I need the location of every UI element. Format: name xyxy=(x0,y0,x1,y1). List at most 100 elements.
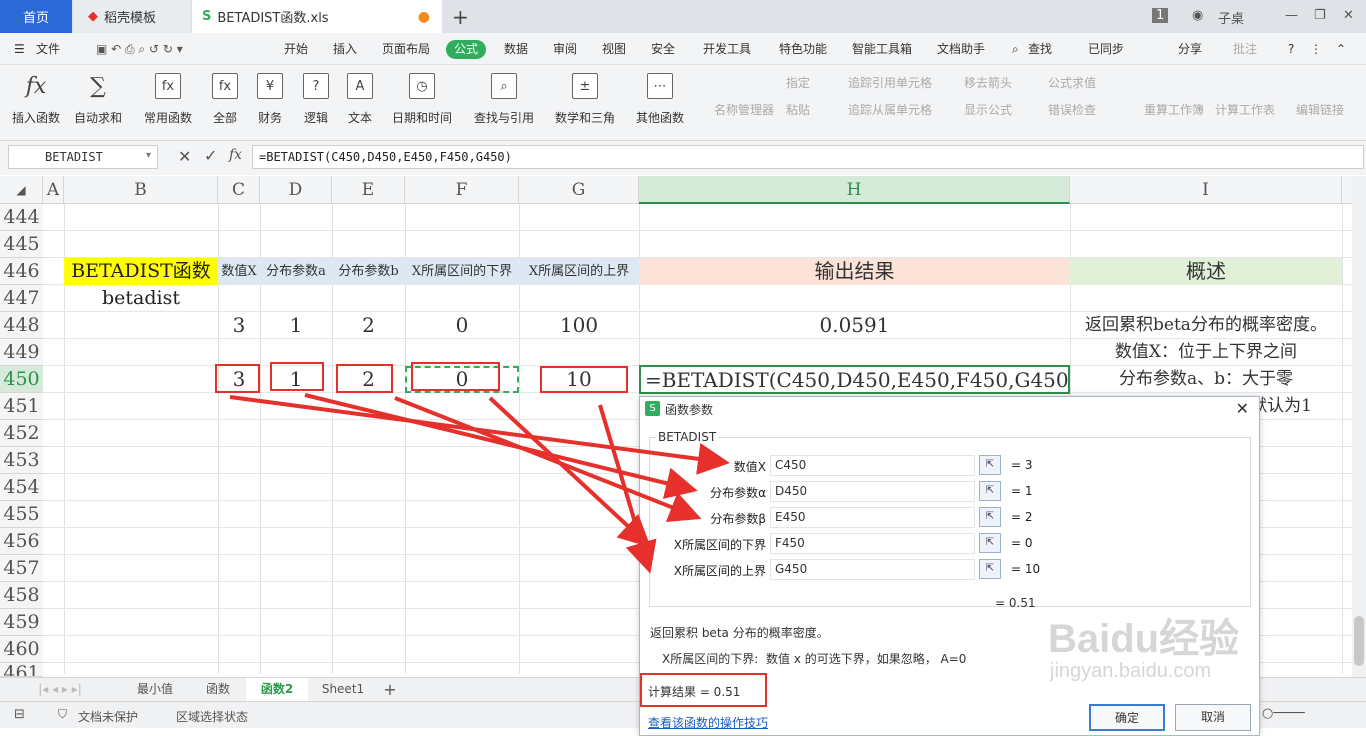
ok-button[interactable]: 确定 xyxy=(1089,704,1165,731)
cell-c446-header[interactable]: 数值X xyxy=(218,258,260,285)
menu-comment[interactable]: 批注 xyxy=(1233,33,1257,65)
cell-b447[interactable]: betadist xyxy=(64,285,218,312)
scrollbar-thumb[interactable] xyxy=(1354,616,1364,666)
cell-f448[interactable]: 0 xyxy=(405,312,519,339)
cell-g448[interactable]: 100 xyxy=(519,312,639,339)
menu-developer[interactable]: 开发工具 xyxy=(703,33,751,65)
cell-d448[interactable]: 1 xyxy=(260,312,332,339)
quick-access-icons[interactable]: ▣ ↶ ⎙ ⌕ ↺ ↻ ▾ xyxy=(96,33,183,65)
search-icon[interactable]: ⌕ xyxy=(1012,33,1019,65)
close-icon[interactable]: ✕ xyxy=(1343,8,1354,23)
all-functions-button[interactable]: fx 全部 xyxy=(212,69,238,126)
menu-home[interactable]: 开始 xyxy=(284,33,308,65)
trace-precedents-button[interactable]: 追踪引用单元格 xyxy=(848,74,932,91)
range-select-icon[interactable]: ⇱ xyxy=(979,507,1001,527)
error-check-button[interactable]: 错误检查 xyxy=(1048,101,1096,118)
cell-i448[interactable]: 返回累积beta分布的概率密度。 xyxy=(1070,312,1342,339)
column-header-h[interactable]: H xyxy=(639,176,1070,204)
column-header-a[interactable]: A xyxy=(43,176,64,204)
avatar[interactable]: ◉ xyxy=(1192,8,1203,23)
arg-input-upper[interactable]: G450 xyxy=(770,559,975,580)
calc-sheet-button[interactable]: 计算工作表 xyxy=(1215,101,1275,118)
tab-wps-template[interactable]: ◆ 稻壳模板 xyxy=(74,0,190,33)
define-button[interactable]: 指定 xyxy=(786,74,810,91)
row-header-445[interactable]: 445 xyxy=(0,231,43,258)
row-header-452[interactable]: 452 xyxy=(0,420,43,447)
row-header-456[interactable]: 456 xyxy=(0,528,43,555)
tab-home[interactable]: 首页 xyxy=(0,0,72,33)
name-box-dropdown-icon[interactable]: ▾ xyxy=(146,150,151,161)
cell-f446-header[interactable]: X所属区间的下界 xyxy=(405,258,519,285)
column-header-e[interactable]: E xyxy=(332,176,405,204)
cell-b446-title[interactable]: BETADIST函数 xyxy=(64,258,218,285)
sheet-nav-arrows-icon[interactable]: |◂ ◂ ▸ ▸| xyxy=(10,678,110,701)
menu-data[interactable]: 数据 xyxy=(504,33,528,65)
vertical-scrollbar[interactable] xyxy=(1352,176,1366,677)
cell-i446-header[interactable]: 概述 xyxy=(1070,258,1342,285)
page-count-badge[interactable]: 1 xyxy=(1152,8,1169,23)
column-header-b[interactable]: B xyxy=(64,176,218,204)
cell-h450-editing[interactable]: =BETADIST(C450,D450,E450,F450,G450) xyxy=(639,365,1070,394)
collapse-ribbon-icon[interactable]: ⌃ xyxy=(1336,33,1346,65)
menu-view[interactable]: 视图 xyxy=(602,33,626,65)
column-header-g[interactable]: G xyxy=(519,176,639,204)
dialog-close-icon[interactable]: ✕ xyxy=(1236,399,1249,418)
row-header-448[interactable]: 448 xyxy=(0,312,43,339)
row-header-459[interactable]: 459 xyxy=(0,609,43,636)
menu-insert[interactable]: 插入 xyxy=(333,33,357,65)
row-header-451[interactable]: 451 xyxy=(0,393,43,420)
evaluate-formula-button[interactable]: 公式求值 xyxy=(1048,74,1096,91)
row-header-455[interactable]: 455 xyxy=(0,501,43,528)
help-icon[interactable]: ? xyxy=(1288,33,1294,65)
formula-input[interactable]: =BETADIST(C450,D450,E450,F450,G450) xyxy=(252,145,1364,169)
dialog-title-bar[interactable]: S 函数参数 ✕ xyxy=(640,397,1259,421)
minimize-icon[interactable]: — xyxy=(1285,8,1298,23)
cell-c448[interactable]: 3 xyxy=(218,312,260,339)
column-header-f[interactable]: F xyxy=(405,176,519,204)
menu-security[interactable]: 安全 xyxy=(651,33,675,65)
new-tab-icon[interactable]: + xyxy=(452,0,476,33)
cell-i449[interactable]: 数值X：位于上下界之间 xyxy=(1070,339,1342,366)
cell-h448[interactable]: 0.0591 xyxy=(639,312,1070,339)
menu-share[interactable]: 分享 xyxy=(1178,33,1202,65)
cell-g446-header[interactable]: X所属区间的上界 xyxy=(519,258,639,285)
row-header-446[interactable]: 446 xyxy=(0,258,43,285)
trace-dependents-button[interactable]: 追踪从属单元格 xyxy=(848,101,932,118)
cell-d446-header[interactable]: 分布参数a xyxy=(260,258,332,285)
name-box[interactable]: BETADIST xyxy=(8,145,158,169)
cancel-button[interactable]: 取消 xyxy=(1175,704,1251,731)
menu-page-layout[interactable]: 页面布局 xyxy=(382,33,430,65)
zoom-slider[interactable]: ○──── xyxy=(1262,706,1305,721)
row-header-449[interactable]: 449 xyxy=(0,339,43,366)
row-header-444[interactable]: 444 xyxy=(0,204,43,231)
range-select-icon[interactable]: ⇱ xyxy=(979,455,1001,475)
more-icon[interactable]: ⋮ xyxy=(1310,33,1322,65)
menu-features[interactable]: 特色功能 xyxy=(779,33,827,65)
menu-doc-assistant[interactable]: 文档助手 xyxy=(937,33,985,65)
sheet-tab-min[interactable]: 最小值 xyxy=(120,678,190,701)
confirm-edit-icon[interactable]: ✓ xyxy=(204,146,217,165)
range-select-icon[interactable]: ⇱ xyxy=(979,559,1001,579)
tab-document[interactable]: S BETADIST函数.xls ● xyxy=(192,0,442,33)
fx-insert-icon[interactable]: fx xyxy=(229,147,242,163)
paste-name-button[interactable]: 粘贴 xyxy=(786,101,810,118)
row-header-457[interactable]: 457 xyxy=(0,555,43,582)
menu-search[interactable]: 查找 xyxy=(1028,33,1052,65)
row-header-460[interactable]: 460 xyxy=(0,636,43,663)
recalc-workbook-button[interactable]: 重算工作簿 xyxy=(1144,101,1204,118)
insert-function-button[interactable]: fx 插入函数 xyxy=(12,69,60,126)
financial-button[interactable]: ¥ 财务 xyxy=(257,69,283,126)
sheet-tab-func2[interactable]: 函数2 xyxy=(246,678,308,701)
remove-arrows-button[interactable]: 移去箭头 xyxy=(964,74,1012,91)
menu-formulas[interactable]: 公式 xyxy=(446,40,487,59)
restore-icon[interactable]: ❐ xyxy=(1314,8,1326,23)
row-header-454[interactable]: 454 xyxy=(0,474,43,501)
column-header-c[interactable]: C xyxy=(218,176,260,204)
cell-e448[interactable]: 2 xyxy=(332,312,405,339)
cell-h446-header[interactable]: 输出结果 xyxy=(639,258,1070,285)
row-header-458[interactable]: 458 xyxy=(0,582,43,609)
edit-links-button[interactable]: 编辑链接 xyxy=(1296,101,1344,118)
hamburger-icon[interactable]: ☰ xyxy=(14,33,25,65)
row-header-447[interactable]: 447 xyxy=(0,285,43,312)
column-header-d[interactable]: D xyxy=(260,176,332,204)
